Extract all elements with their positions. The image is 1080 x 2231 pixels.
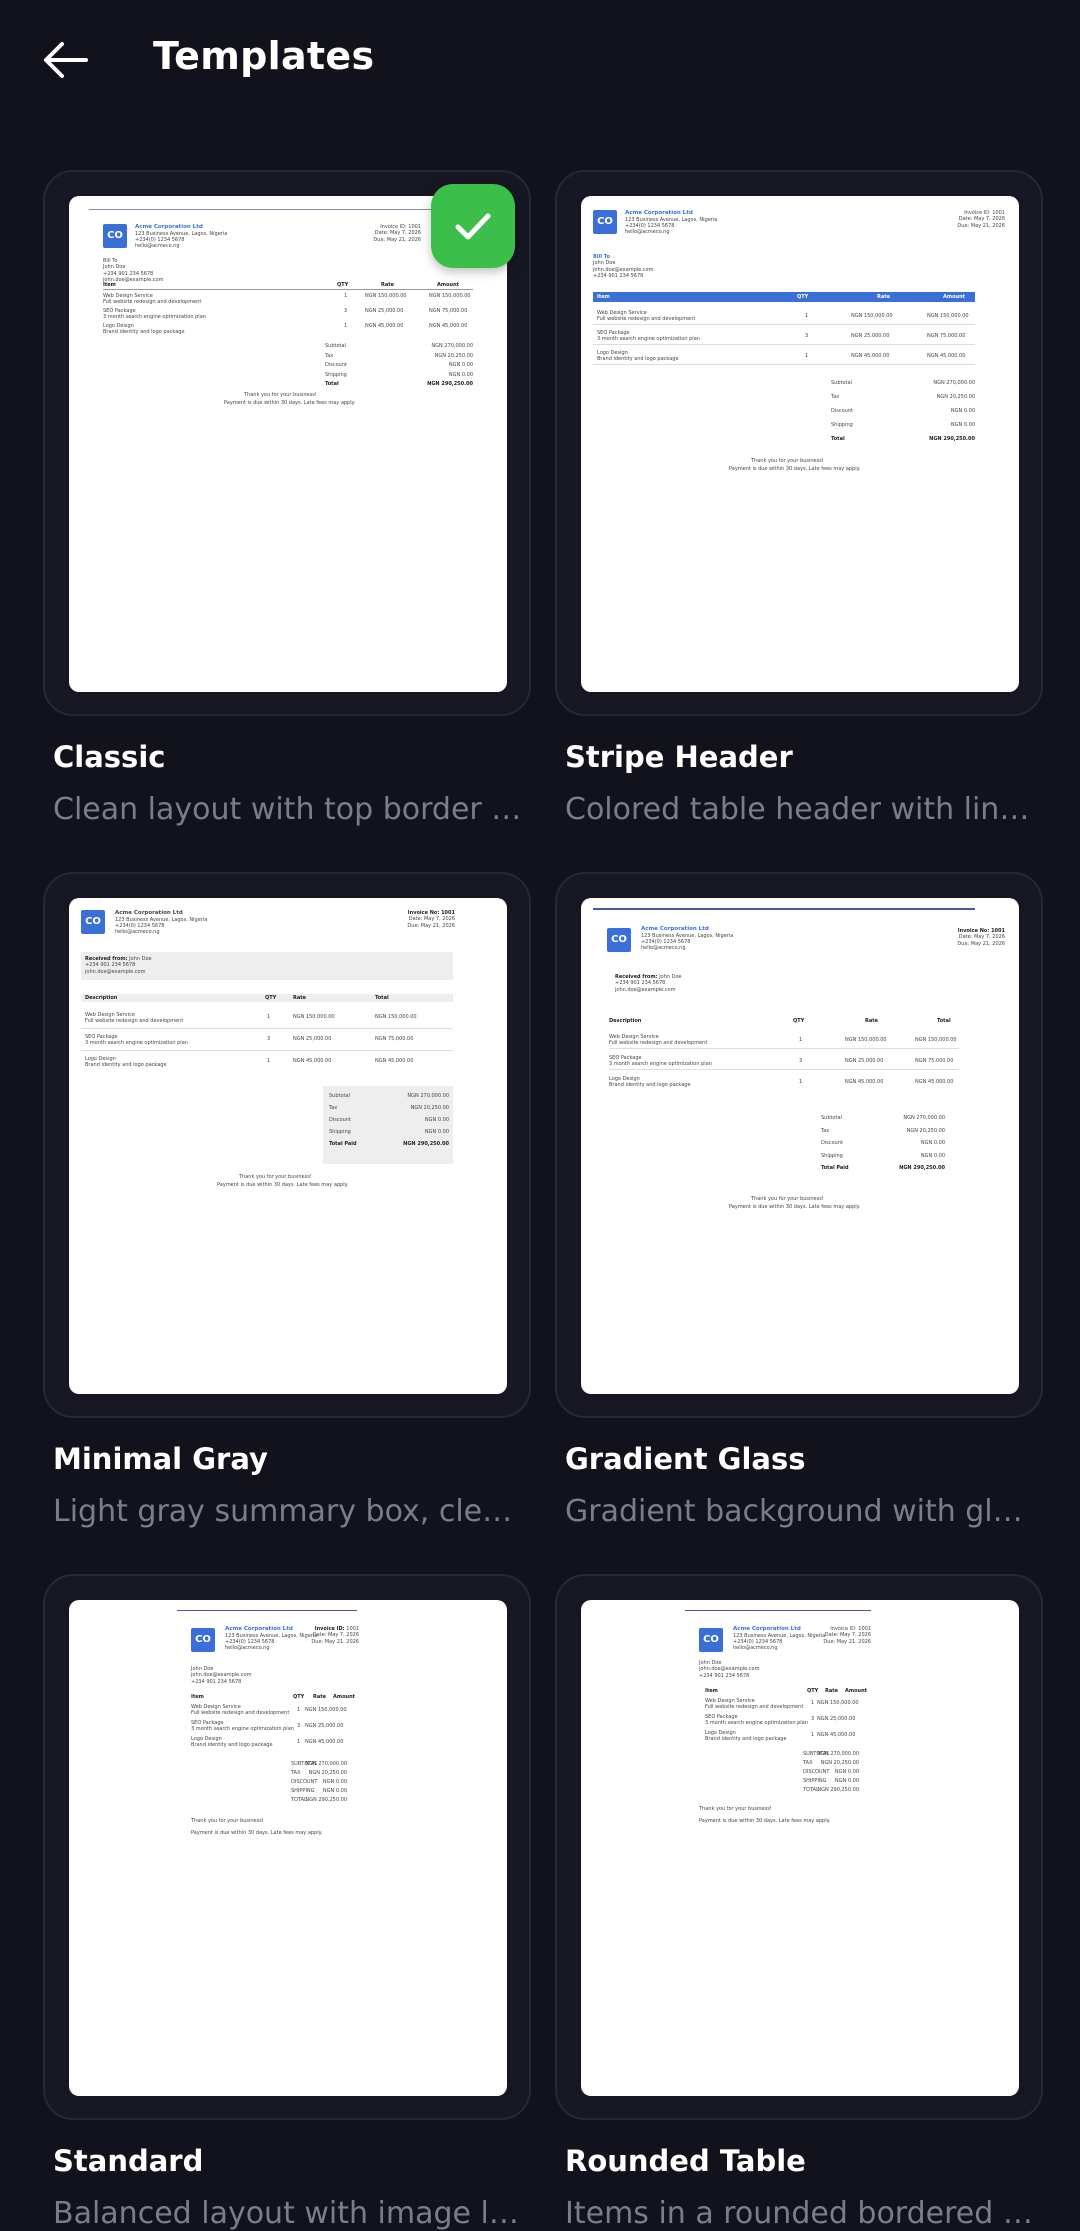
template-description: Clean layout with top border accent (53, 792, 523, 827)
template-name: Stripe Header (565, 740, 793, 774)
company-logo: CO (103, 224, 127, 248)
template-description: Gradient background with glass effect (565, 1494, 1035, 1529)
invoice-preview: CO Acme Corporation Ltd 123 Business Aven… (581, 898, 1019, 1394)
back-button[interactable] (40, 38, 90, 82)
top-bar: Templates (0, 0, 1080, 120)
template-description: Colored table header with line items (565, 792, 1035, 827)
invoice-preview: CO Acme Corporation Ltd 123 Business Aven… (69, 1600, 507, 2096)
company-logo: CO (191, 1628, 215, 1652)
template-preview-frame[interactable]: CO Acme Corporation Ltd 123 Business Aven… (555, 1574, 1043, 2120)
selected-check-icon (431, 184, 515, 268)
template-preview-frame[interactable]: CO Acme Corporation Ltd 123 Business Aven… (43, 1574, 531, 2120)
template-name: Rounded Table (565, 2144, 806, 2178)
company-logo: CO (607, 928, 631, 952)
template-name: Standard (53, 2144, 204, 2178)
company-logo: CO (699, 1628, 723, 1652)
template-preview-frame[interactable]: CO Acme Corporation Ltd 123 Business Aven… (555, 170, 1043, 716)
company-logo: CO (81, 910, 105, 934)
template-description: Light gray summary box, clean lines (53, 1494, 523, 1529)
arrow-left-icon (44, 42, 88, 78)
template-preview-frame[interactable]: CO Acme Corporation Ltd 123 Business Aven… (43, 170, 531, 716)
template-name: Minimal Gray (53, 1442, 268, 1476)
invoice-preview: CO Acme Corporation Ltd 123 Business Aven… (69, 196, 507, 692)
template-description: Items in a rounded bordered table (565, 2196, 1035, 2231)
company-logo: CO (593, 210, 617, 234)
invoice-preview: CO Acme Corporation Ltd 123 Business Aven… (69, 898, 507, 1394)
template-preview-frame[interactable]: CO Acme Corporation Ltd 123 Business Aven… (555, 872, 1043, 1418)
template-name: Classic (53, 740, 166, 774)
template-name: Gradient Glass (565, 1442, 806, 1476)
invoice-preview: CO Acme Corporation Ltd 123 Business Aven… (581, 196, 1019, 692)
template-preview-frame[interactable]: CO Acme Corporation Ltd 123 Business Aven… (43, 872, 531, 1418)
invoice-preview: CO Acme Corporation Ltd 123 Business Aven… (581, 1600, 1019, 2096)
page-title: Templates (153, 34, 375, 78)
template-description: Balanced layout with image logo (53, 2196, 523, 2231)
